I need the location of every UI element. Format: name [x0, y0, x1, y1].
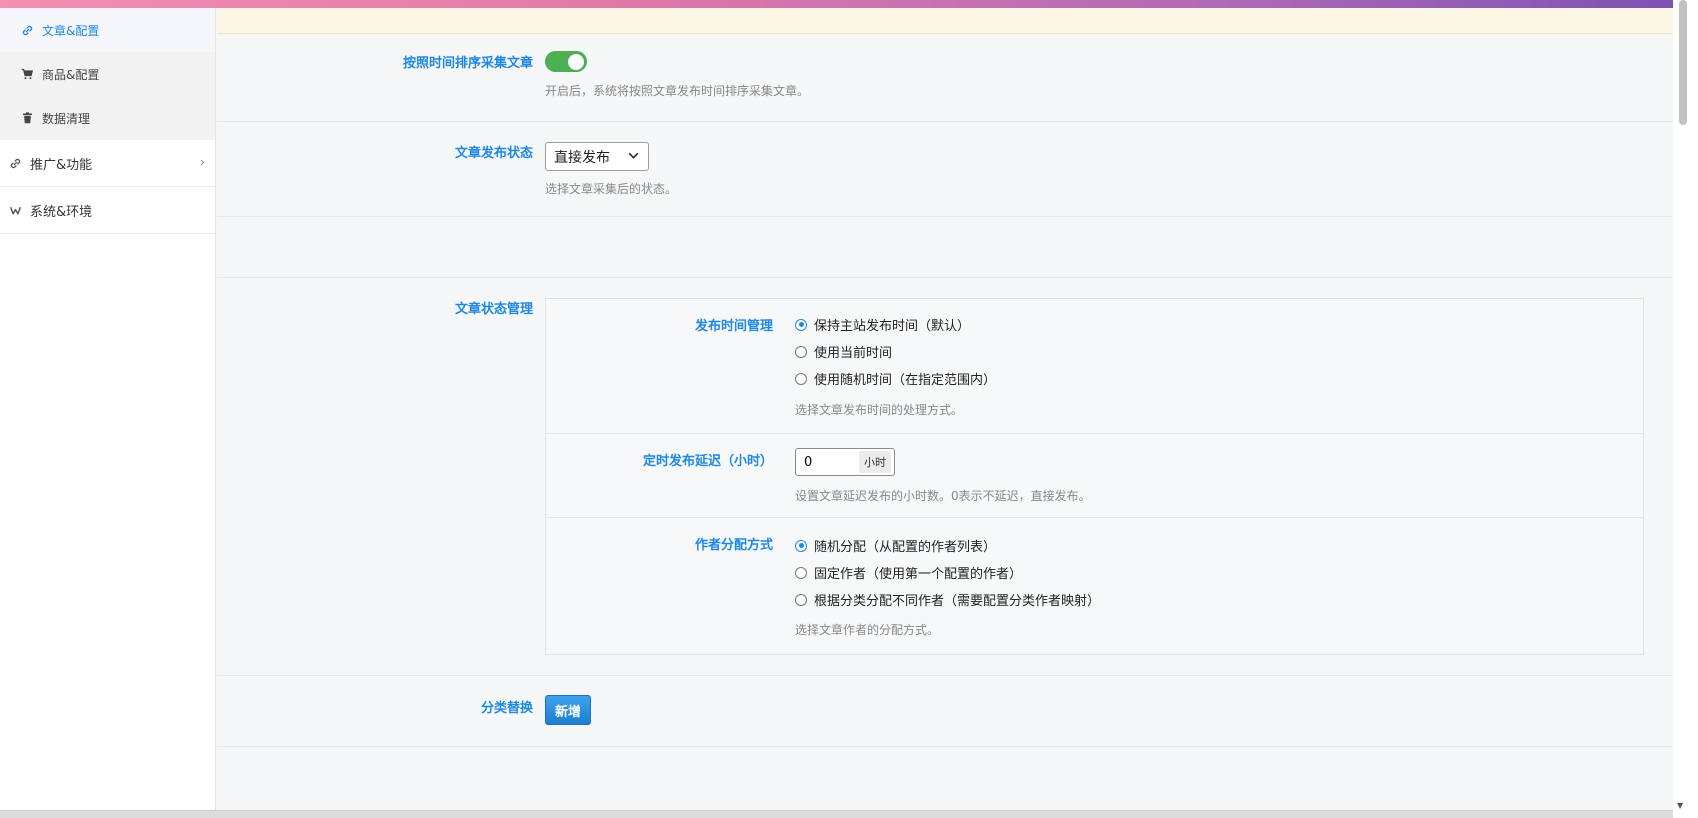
setting-label: 分类替换 [480, 701, 533, 716]
setting-category-replace: 分类替换 新增 [217, 676, 1673, 747]
sidebar-item-label: 商品&配置 [42, 67, 100, 82]
publish-time-option[interactable]: 保持主站发布时间（默认） [795, 311, 996, 338]
unit-addon: 小时 [859, 451, 891, 473]
select-value: 直接发布 [554, 149, 610, 166]
author-assignment-option[interactable]: 根据分类分配不同作者（需要配置分类作者映射） [795, 586, 1100, 613]
author-row: 作者分配方式 随机分配（从配置的作者列表） 固定作者（使用第一个配置的作者） 根据分… [546, 518, 1643, 654]
setting-status-management: 文章状态管理 发布时间管理 保持主站发布时间（默认） 使用当前时间使用随机时间（在… [217, 278, 1673, 676]
publish-time-option[interactable]: 使用当前时间 [795, 338, 996, 365]
link-icon [8, 156, 22, 170]
delay-row: 定时发布延迟（小时） 小时 设置文章延迟发布的小时数。0表示不延迟，直接发布。 [546, 434, 1643, 518]
sidebar-item-label: 系统&环境 [30, 204, 93, 220]
publish-time-options: 保持主站发布时间（默认） 使用当前时间使用随机时间（在指定范围内） [795, 311, 996, 392]
trash-icon [20, 111, 34, 125]
main-content: 按照时间排序采集文章 开启后，系统将按照文章发布时间排序采集文章。 文章发布状态… [217, 8, 1673, 810]
subsetting-help: 选择文章发布时间的处理方式。 [795, 403, 964, 417]
radio-button[interactable] [795, 539, 807, 552]
toggle-knob [568, 53, 584, 70]
setting-label: 文章发布状态 [454, 146, 533, 161]
scrollbar-thumb[interactable] [1679, 0, 1687, 125]
add-category-replace-button[interactable]: 新增 [545, 695, 591, 725]
radio-button[interactable] [795, 593, 807, 606]
sidebar-item-promotion[interactable]: 推广&功能 › [0, 140, 215, 187]
delay-hours-input[interactable]: 小时 [795, 448, 895, 476]
radio-button[interactable] [795, 566, 807, 579]
radio-label: 固定作者（使用第一个配置的作者） [814, 567, 1023, 582]
horizontal-scrollbar[interactable] [0, 810, 1673, 818]
setting-label: 按照时间排序采集文章 [402, 56, 533, 71]
subsetting-help: 设置文章延迟发布的小时数。0表示不延迟，直接发布。 [795, 489, 1091, 503]
publish-status-select[interactable]: 直接发布 [545, 142, 649, 171]
sidebar-item-label: 文章&配置 [42, 23, 100, 38]
subsetting-label: 作者分配方式 [694, 538, 773, 553]
sidebar: 文章&配置 商品&配置 数据清理 推广&功能 › 系统&环境 [0, 8, 216, 810]
setting-label: 文章状态管理 [454, 302, 533, 317]
subsetting-label: 发布时间管理 [694, 319, 773, 334]
setting-publish-status: 文章发布状态 直接发布 选择文章采集后的状态。 [217, 122, 1673, 217]
subsetting-help: 选择文章作者的分配方式。 [795, 623, 940, 637]
scrollbar[interactable]: ▼ [1673, 0, 1698, 818]
scroll-down-arrow-icon[interactable]: ▼ [1677, 801, 1683, 810]
author-assignment-option[interactable]: 固定作者（使用第一个配置的作者） [795, 559, 1100, 586]
sidebar-item-article-config[interactable]: 文章&配置 [0, 8, 215, 52]
empty-section [217, 217, 1673, 278]
radio-label: 使用当前时间 [814, 346, 893, 361]
chevron-down-icon [627, 149, 640, 166]
status-management-panel: 发布时间管理 保持主站发布时间（默认） 使用当前时间 使用随机时间（在指定范围内） … [545, 298, 1644, 655]
setting-help: 开启后，系统将按照文章发布时间排序采集文章。 [545, 84, 810, 98]
sidebar-item-product-config[interactable]: 商品&配置 [0, 52, 215, 96]
sidebar-item-label: 推广&功能 [30, 157, 93, 173]
publish-time-row: 发布时间管理 保持主站发布时间（默认） 使用当前时间 使用随机时间（在指定范围内） … [546, 299, 1643, 434]
radio-button[interactable] [795, 318, 807, 331]
setting-help: 选择文章采集后的状态。 [545, 182, 678, 196]
settings-icon [8, 203, 22, 217]
cart-icon [20, 67, 34, 81]
author-assignment-option[interactable]: 随机分配（从配置的作者列表） [795, 532, 1100, 559]
delay-hours-field[interactable] [796, 449, 856, 475]
sidebar-item-label: 数据清理 [42, 111, 91, 126]
sidebar-submenu: 文章&配置 商品&配置 数据清理 [0, 8, 215, 140]
sidebar-item-data-cleanup[interactable]: 数据清理 [0, 96, 215, 140]
chevron-right-icon: › [199, 155, 205, 171]
radio-label: 根据分类分配不同作者（需要配置分类作者映射） [814, 594, 1101, 609]
setting-sort-by-time: 按照时间排序采集文章 开启后，系统将按照文章发布时间排序采集文章。 [217, 34, 1673, 122]
sidebar-item-system[interactable]: 系统&环境 [0, 187, 215, 234]
link-icon [20, 23, 34, 37]
radio-button[interactable] [795, 345, 807, 358]
publish-time-option[interactable]: 使用随机时间（在指定范围内） [795, 365, 996, 392]
sort-by-time-toggle[interactable] [545, 51, 587, 72]
radio-label: 保持主站发布时间（默认） [814, 319, 971, 334]
author-options: 随机分配（从配置的作者列表） 固定作者（使用第一个配置的作者） 根据分类分配不同作者… [795, 532, 1100, 613]
subsetting-label: 定时发布延迟（小时） [642, 454, 773, 469]
radio-label: 使用随机时间（在指定范围内） [814, 373, 997, 388]
radio-button[interactable] [795, 372, 807, 385]
notice-bar [217, 8, 1673, 34]
top-gradient-bar [0, 0, 1698, 8]
radio-label: 随机分配（从配置的作者列表） [814, 540, 997, 555]
